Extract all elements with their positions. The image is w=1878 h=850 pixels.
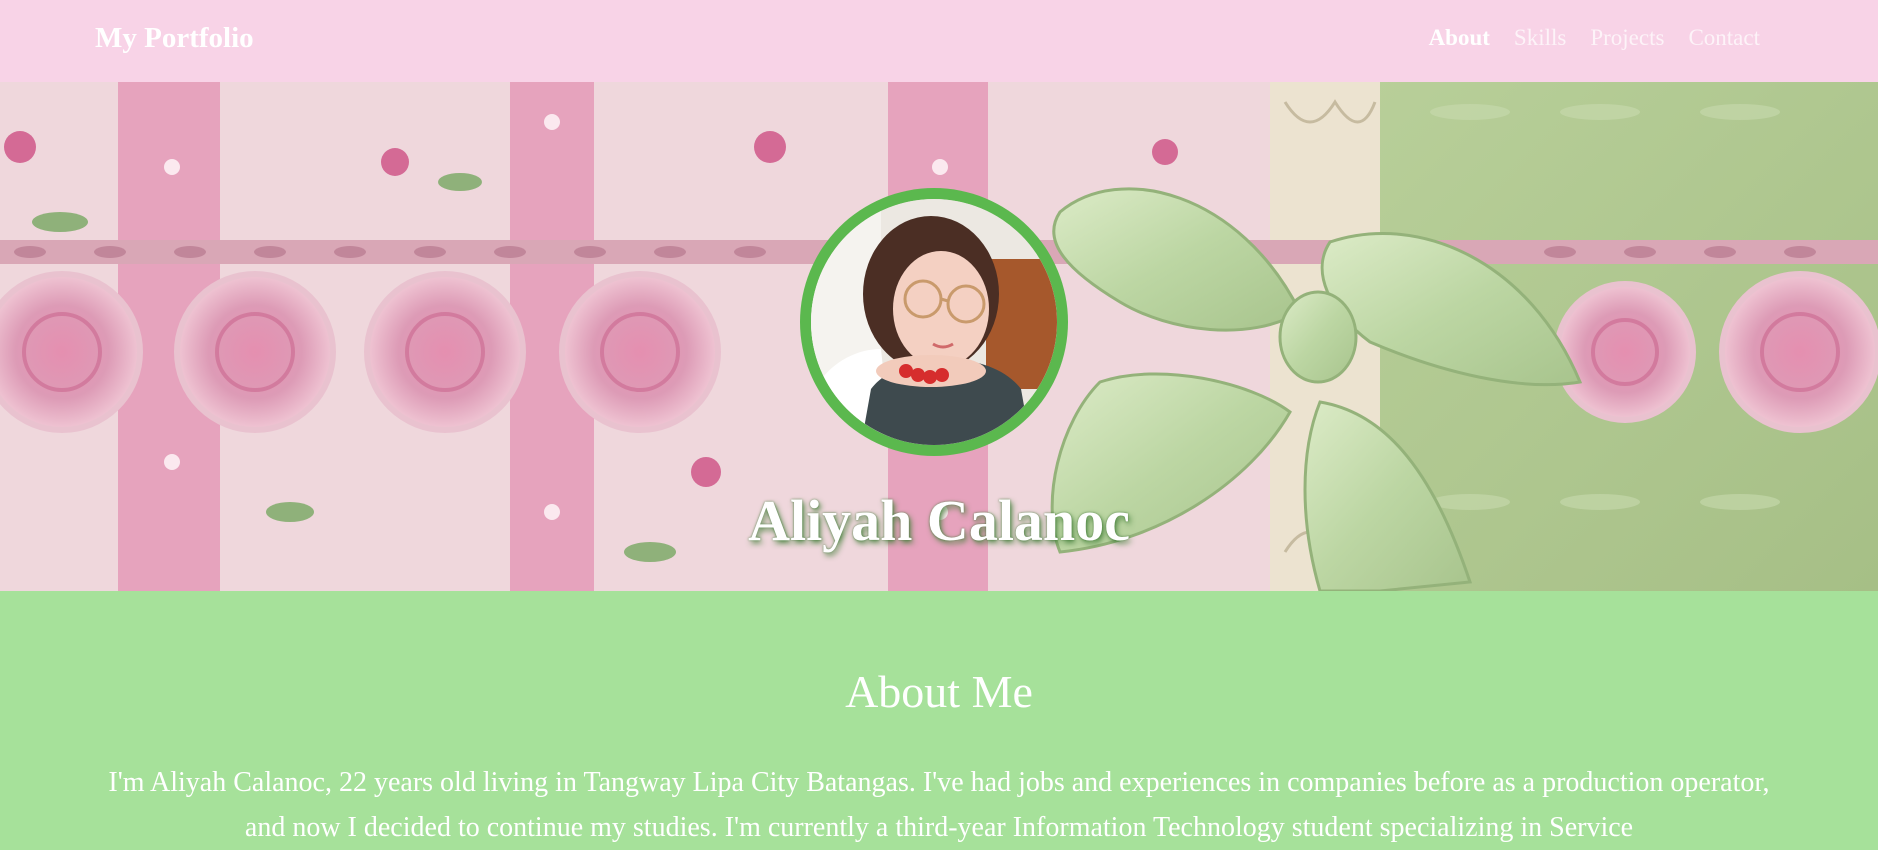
nav-link-skills[interactable]: Skills xyxy=(1514,25,1566,51)
about-section: About Me I'm Aliyah Calanoc, 22 years ol… xyxy=(0,591,1878,843)
hero-name: Aliyah Calanoc xyxy=(748,488,1130,553)
brand-logo[interactable]: My Portfolio xyxy=(95,22,254,55)
about-text: I'm Aliyah Calanoc, 22 years old living … xyxy=(108,767,1770,843)
hero-section: Aliyah Calanoc xyxy=(0,82,1878,591)
nav-link-about[interactable]: About xyxy=(1429,25,1490,51)
navbar: My Portfolio About Skills Projects Conta… xyxy=(0,0,1878,82)
avatar xyxy=(811,199,1057,445)
nav-links: About Skills Projects Contact xyxy=(1429,25,1760,51)
about-title: About Me xyxy=(845,666,1033,717)
nav-link-projects[interactable]: Projects xyxy=(1590,25,1664,51)
avatar-ring xyxy=(800,188,1068,456)
profile-photo-icon xyxy=(811,199,1057,445)
nav-link-contact[interactable]: Contact xyxy=(1688,25,1760,51)
